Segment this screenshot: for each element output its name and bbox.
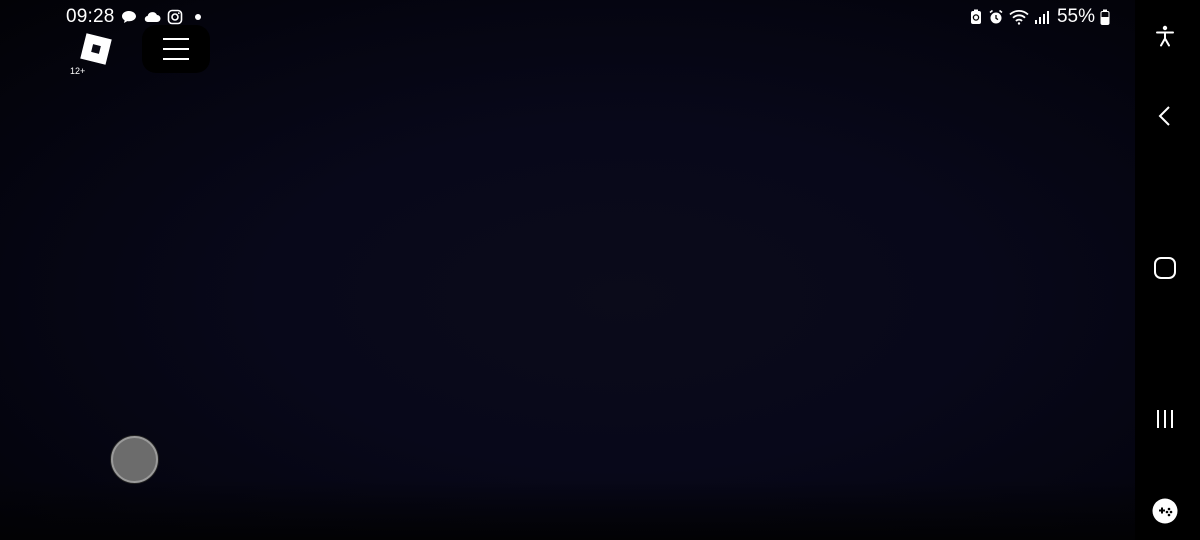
home-icon[interactable] bbox=[1147, 250, 1183, 286]
signal-icon bbox=[1034, 9, 1050, 25]
game-tools-icon[interactable] bbox=[1147, 493, 1183, 529]
cloud-icon bbox=[143, 11, 161, 23]
wifi-icon bbox=[1009, 9, 1029, 25]
accessibility-icon[interactable] bbox=[1147, 18, 1183, 54]
battery-icon bbox=[1100, 9, 1110, 25]
instagram-icon bbox=[167, 9, 183, 25]
status-bar-right: 55% bbox=[969, 6, 1110, 28]
battery-percentage: 55% bbox=[1056, 6, 1095, 27]
notification-dot-icon bbox=[194, 14, 201, 20]
viewport-shade bbox=[0, 480, 1135, 540]
recent-apps-icon[interactable] bbox=[1147, 401, 1183, 437]
battery-saver-icon bbox=[969, 9, 983, 25]
hamburger-menu-button[interactable] bbox=[142, 25, 210, 73]
roblox-logo-icon bbox=[80, 33, 112, 65]
chat-bubble-icon bbox=[121, 10, 137, 24]
virtual-joystick[interactable] bbox=[111, 436, 158, 483]
back-icon[interactable] bbox=[1147, 98, 1183, 134]
game-viewport[interactable] bbox=[0, 0, 1135, 540]
alarm-icon bbox=[988, 9, 1004, 25]
age-rating-label: 12+ bbox=[70, 66, 86, 76]
hamburger-menu-icon bbox=[163, 38, 189, 60]
